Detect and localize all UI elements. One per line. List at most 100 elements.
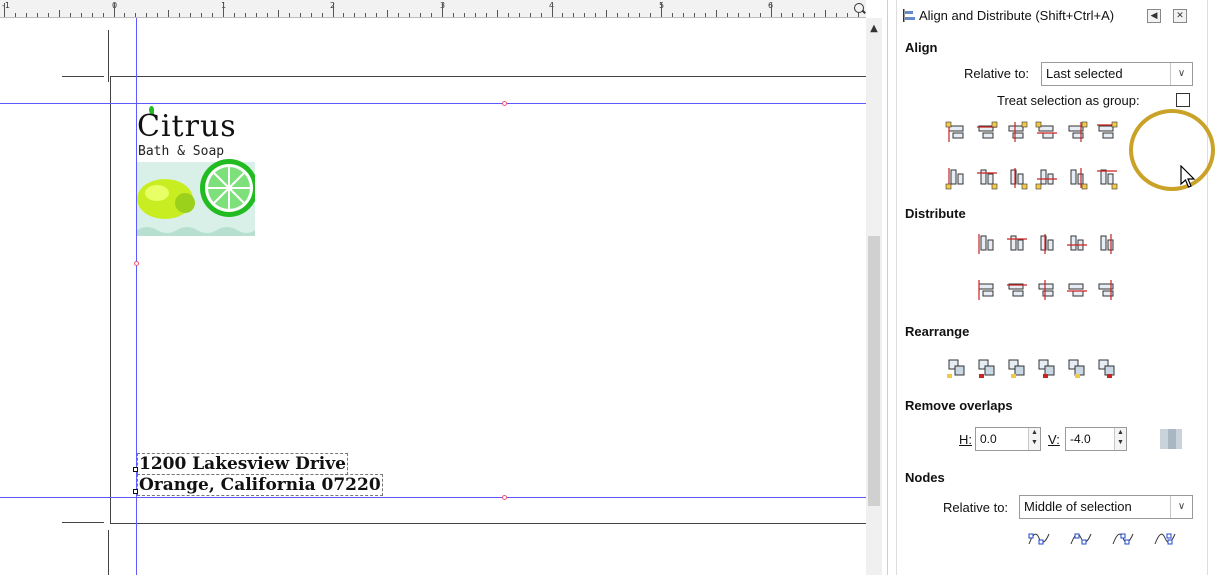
distribute-bottom-edges-button[interactable] (1033, 276, 1061, 304)
align-baseline-text-vertical-button[interactable] (1093, 164, 1121, 192)
horizontal-ruler[interactable]: -1 0 1 2 3 4 5 6 (0, 0, 866, 18)
distribute-centers-vertically-button[interactable] (1003, 276, 1031, 304)
guide-anchor[interactable] (502, 495, 507, 500)
ruler-tick (409, 13, 411, 17)
magnifier-icon[interactable] (854, 3, 864, 13)
distribute-text-baselines-horizontal-button[interactable] (1093, 230, 1121, 258)
address-line-1[interactable]: 1200 Lakesview Drive (137, 453, 348, 475)
panel-collapse-icon[interactable]: ◀ (1147, 9, 1161, 23)
panel-close-icon[interactable]: ✕ (1173, 9, 1187, 23)
spin-buttons[interactable]: ▲ ▼ (1028, 428, 1040, 450)
remove-overlaps-button[interactable] (1157, 425, 1185, 453)
ruler-tick (836, 13, 838, 17)
align-nodes-horizontal-line-icon (1028, 533, 1050, 545)
align-baseline-text-horizontal-button[interactable] (1093, 118, 1121, 146)
ruler-tick (606, 10, 608, 17)
address-line-2[interactable]: Orange, California 07220 (137, 474, 383, 496)
ruler-tick (726, 13, 728, 17)
horizontal-guide-bottom[interactable] (0, 497, 866, 498)
treat-as-group-label: Treat selection as group: (997, 93, 1140, 108)
align-bottom-edges-button[interactable] (1033, 164, 1061, 192)
distribute-left-edges-button[interactable] (973, 230, 1001, 258)
align-top-edges-button[interactable] (973, 164, 1001, 192)
align-left-edges-icon (977, 121, 998, 139)
distribute-right-edges-button[interactable] (1033, 230, 1061, 258)
ruler-tick (463, 13, 465, 17)
ruler-tick (518, 13, 520, 17)
ruler-tick (792, 13, 794, 17)
distribute-centers-horizontally-icon (1007, 235, 1027, 251)
overlap-h-input[interactable]: 0.0 ▲ ▼ (975, 427, 1041, 451)
ruler-tick (80, 13, 82, 17)
distribute-text-baselines-vertical-button[interactable] (1093, 276, 1121, 304)
rearrange-section-header: Rearrange (905, 324, 970, 339)
align-nodes-vertical-line-button[interactable] (1067, 524, 1095, 552)
ruler-tick (781, 13, 783, 17)
ruler-tick (190, 13, 192, 17)
overlap-v-label: V: (1048, 432, 1060, 447)
ruler-tick (14, 13, 16, 17)
align-section-header: Align (905, 40, 938, 55)
align-bottom-edge-to-top-anchor-icon (945, 168, 964, 190)
make-graph-layout-icon (947, 359, 965, 378)
treat-as-group-checkbox[interactable] (1176, 93, 1190, 107)
exchange-positions-selection-order-button[interactable] (973, 354, 1001, 382)
guide-anchor[interactable] (134, 261, 139, 266)
align-left-edges-button[interactable] (973, 118, 1001, 146)
canvas-vertical-scrollbar[interactable]: ▲ (866, 18, 882, 575)
dock-title: Align and Distribute (Shift+Ctrl+A) (919, 8, 1115, 23)
unclump-objects-button[interactable] (1093, 354, 1121, 382)
align-nodes-horizontal-line-button[interactable] (1025, 524, 1053, 552)
align-top-edge-to-bottom-anchor-button[interactable] (1063, 164, 1091, 192)
align-right-edge-to-left-anchor-button[interactable] (943, 118, 971, 146)
center-on-horizontal-axis-button[interactable] (1003, 164, 1031, 192)
exchange-positions-clockwise-button[interactable] (1033, 354, 1061, 382)
chevron-up-icon[interactable]: ▲ (869, 24, 879, 34)
distribute-centers-horizontally-button[interactable] (1003, 230, 1031, 258)
guide-anchor[interactable] (502, 101, 507, 106)
ruler-tick (562, 13, 564, 17)
ruler-tick (529, 13, 531, 17)
ruler-tick (58, 10, 60, 17)
ruler-tick (321, 13, 323, 17)
exchange-positions-stacking-order-icon (1008, 359, 1025, 378)
center-on-vertical-axis-button[interactable] (1003, 118, 1031, 146)
ruler-tick (704, 13, 706, 17)
distribute-horizontal-gaps-button[interactable] (1063, 230, 1091, 258)
align-left-edge-to-right-anchor-icon (1068, 121, 1088, 142)
spin-buttons[interactable]: ▲ ▼ (1114, 428, 1126, 450)
nodes-relative-label: Relative to: (943, 500, 1009, 515)
drawing-canvas[interactable]: -1 0 1 2 3 4 5 6 (0, 0, 866, 575)
align-left-edge-to-right-anchor-button[interactable] (1063, 118, 1091, 146)
randomize-centers-button[interactable] (1063, 354, 1091, 382)
align-bottom-edge-to-top-anchor-button[interactable] (943, 164, 971, 192)
align-baseline-text-vertical-icon (1097, 169, 1118, 190)
exchange-positions-stacking-order-button[interactable] (1003, 354, 1031, 382)
ruler-tick (244, 13, 246, 17)
align-right-edges-icon (1035, 121, 1057, 139)
distribute-nodes-vertically-button[interactable] (1151, 524, 1179, 552)
overlap-v-input[interactable]: -4.0 ▲ ▼ (1065, 427, 1127, 451)
ruler-tick (584, 13, 586, 17)
selection-handle[interactable] (133, 467, 138, 472)
citrus-logo[interactable]: Citrus Bath & Soap (137, 106, 255, 236)
distribute-top-edges-button[interactable] (973, 276, 1001, 304)
horizontal-guide-top[interactable] (0, 103, 866, 104)
selection-handle[interactable] (133, 489, 138, 494)
exchange-positions-clockwise-icon (1038, 359, 1055, 378)
ruler-tick (661, 3, 662, 17)
nodes-relative-dropdown[interactable]: Middle of selection ∨ (1019, 495, 1193, 519)
ruler-tick (496, 10, 498, 17)
randomize-centers-icon (1068, 359, 1085, 378)
center-on-horizontal-axis-icon (1010, 168, 1028, 190)
align-relative-dropdown[interactable]: Last selected ∨ (1041, 62, 1193, 86)
distribute-nodes-horizontally-button[interactable] (1109, 524, 1137, 552)
make-graph-layout-button[interactable] (943, 354, 971, 382)
ruler-tick (398, 13, 400, 17)
align-right-edges-button[interactable] (1033, 118, 1061, 146)
overlap-h-value: 0.0 (980, 432, 997, 446)
scrollbar-thumb[interactable] (868, 236, 880, 506)
dock-title-bar[interactable]: Align and Distribute (Shift+Ctrl+A) ◀ ✕ (897, 4, 1209, 26)
distribute-vertical-gaps-button[interactable] (1063, 276, 1091, 304)
align-relative-label: Relative to: (964, 66, 1030, 81)
